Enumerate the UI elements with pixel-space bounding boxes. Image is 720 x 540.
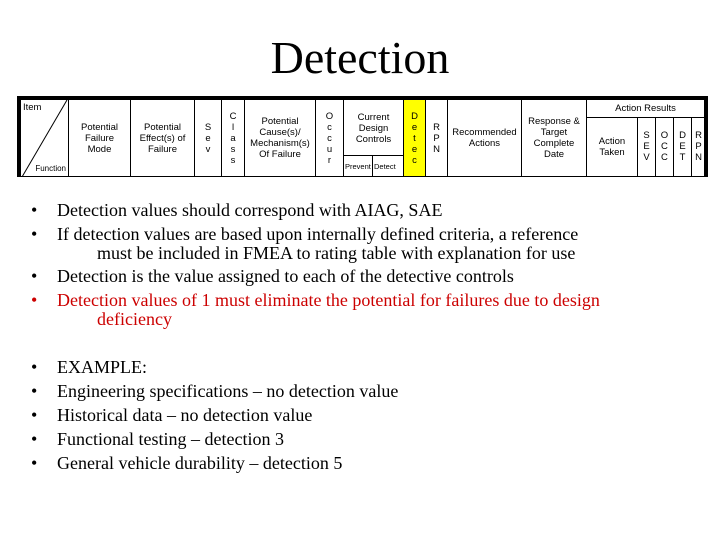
header-text-line: R <box>695 130 702 141</box>
header-text-line: Response & <box>528 116 580 127</box>
col-result-sev: SEV <box>637 117 655 176</box>
header-text-line: v <box>205 143 211 155</box>
function-label: Function <box>35 164 66 173</box>
col-current-design-controls: Current Design Controls Prevent Detect <box>343 100 403 176</box>
header-text-line: t <box>413 132 416 144</box>
col-action-results: Action Results Action Taken SEV OCC DET R… <box>586 100 704 176</box>
col-result-rpn: RPN <box>691 117 705 176</box>
detect-label: Detect <box>374 162 396 171</box>
bullet-icon: • <box>31 266 38 286</box>
header-text-line: Potential <box>144 121 181 133</box>
fmea-header-table: Item Function Potential Failure Mode Poten… <box>17 96 708 177</box>
header-text-line: Complete <box>533 138 575 149</box>
item-label: Item <box>23 102 42 113</box>
bullet-icon: • <box>31 224 38 244</box>
header-text-line: N <box>433 143 440 155</box>
header-text-line: D <box>679 130 686 141</box>
header-text-line: R <box>433 121 440 133</box>
col-recommended-actions: Recommended Actions <box>447 100 521 176</box>
col-potential-failure-mode: Potential Failure Mode <box>68 100 130 176</box>
col-detec-highlighted: Detec <box>403 100 425 176</box>
header-text-line: Effect(s) of <box>139 132 186 144</box>
slide-title: Detection <box>270 32 450 83</box>
header-text-line: u <box>326 143 333 155</box>
header-text-line: C <box>229 110 237 122</box>
header-text-line: s <box>230 143 236 155</box>
header-text-line: C <box>661 141 668 152</box>
header-text-line: Action <box>598 135 626 147</box>
header-text-line: V <box>643 152 650 163</box>
header-text-line: Recommended <box>452 127 517 138</box>
prevent-label: Prevent <box>345 162 371 171</box>
header-text-line: Potential <box>81 121 118 133</box>
header-text-line: a <box>230 132 236 144</box>
header-text-line: C <box>661 152 668 163</box>
header-text-line: e <box>411 121 418 133</box>
col-rpn: RPN <box>425 100 447 176</box>
header-text-line: S <box>204 121 212 133</box>
header-text-line: Cause(s)/ <box>259 127 301 138</box>
header-text-line: Mode <box>87 143 112 155</box>
header-text-line: Failure <box>84 132 115 144</box>
header-text-line: Design <box>358 122 389 134</box>
header-text-line: Of Failure <box>259 149 301 160</box>
header-text-line: Potential <box>261 116 299 127</box>
header-text-line: Failure <box>147 143 178 155</box>
header-text-line: r <box>327 154 332 166</box>
header-text-line: Actions <box>468 138 501 149</box>
header-text-line: D <box>411 110 418 122</box>
bullet-icon: • <box>31 290 38 310</box>
bullet-icon: • <box>31 429 38 449</box>
header-text-line: l <box>231 121 235 133</box>
header-text-line: c <box>327 121 332 133</box>
header-text-line: Taken <box>599 146 625 158</box>
header-text-line: Current <box>357 111 390 123</box>
col-result-occ: OCC <box>655 117 673 176</box>
header-text-line: c <box>412 154 417 166</box>
header-text-line: c <box>327 132 332 144</box>
header-text-line: P <box>695 141 702 152</box>
header-text-line: O <box>660 130 669 141</box>
header-text-line: O <box>325 110 334 122</box>
header-text-line: E <box>679 141 686 152</box>
header-text-line: Mechanism(s) <box>250 138 310 149</box>
header-text-line: e <box>411 143 418 155</box>
col-response-target-date: Response & Target Complete Date <box>521 100 586 176</box>
col-potential-effects: Potential Effect(s) of Failure <box>130 100 194 176</box>
header-text-line: Date <box>543 149 565 160</box>
col-class: Class <box>221 100 244 176</box>
header-text-line: s <box>230 154 236 166</box>
header-text-line: T <box>679 152 686 163</box>
col-occur: Occur <box>315 100 343 176</box>
header-text-line: E <box>643 141 650 152</box>
bullet-icon: • <box>31 200 38 220</box>
col-sev: Sev <box>194 100 221 176</box>
bullet-icon: • <box>31 381 38 401</box>
action-results-label: Action Results <box>587 100 704 118</box>
col-result-det: DET <box>673 117 691 176</box>
col-potential-cause: Potential Cause(s)/Mechanism(s) Of Failure <box>244 100 315 176</box>
bullet-icon: • <box>31 357 38 377</box>
header-text-line: Target <box>540 127 568 138</box>
header-text-line: e <box>205 132 211 144</box>
bullet-icon: • <box>31 453 38 473</box>
col-action-taken: Action Taken <box>587 117 637 176</box>
bullet-icon: • <box>31 405 38 425</box>
header-text-line: P <box>433 132 440 144</box>
header-text-line: N <box>695 152 702 163</box>
header-text-line: Controls <box>355 133 392 145</box>
item-function-cell: Item Function <box>21 100 68 177</box>
header-text-line: S <box>643 130 650 141</box>
